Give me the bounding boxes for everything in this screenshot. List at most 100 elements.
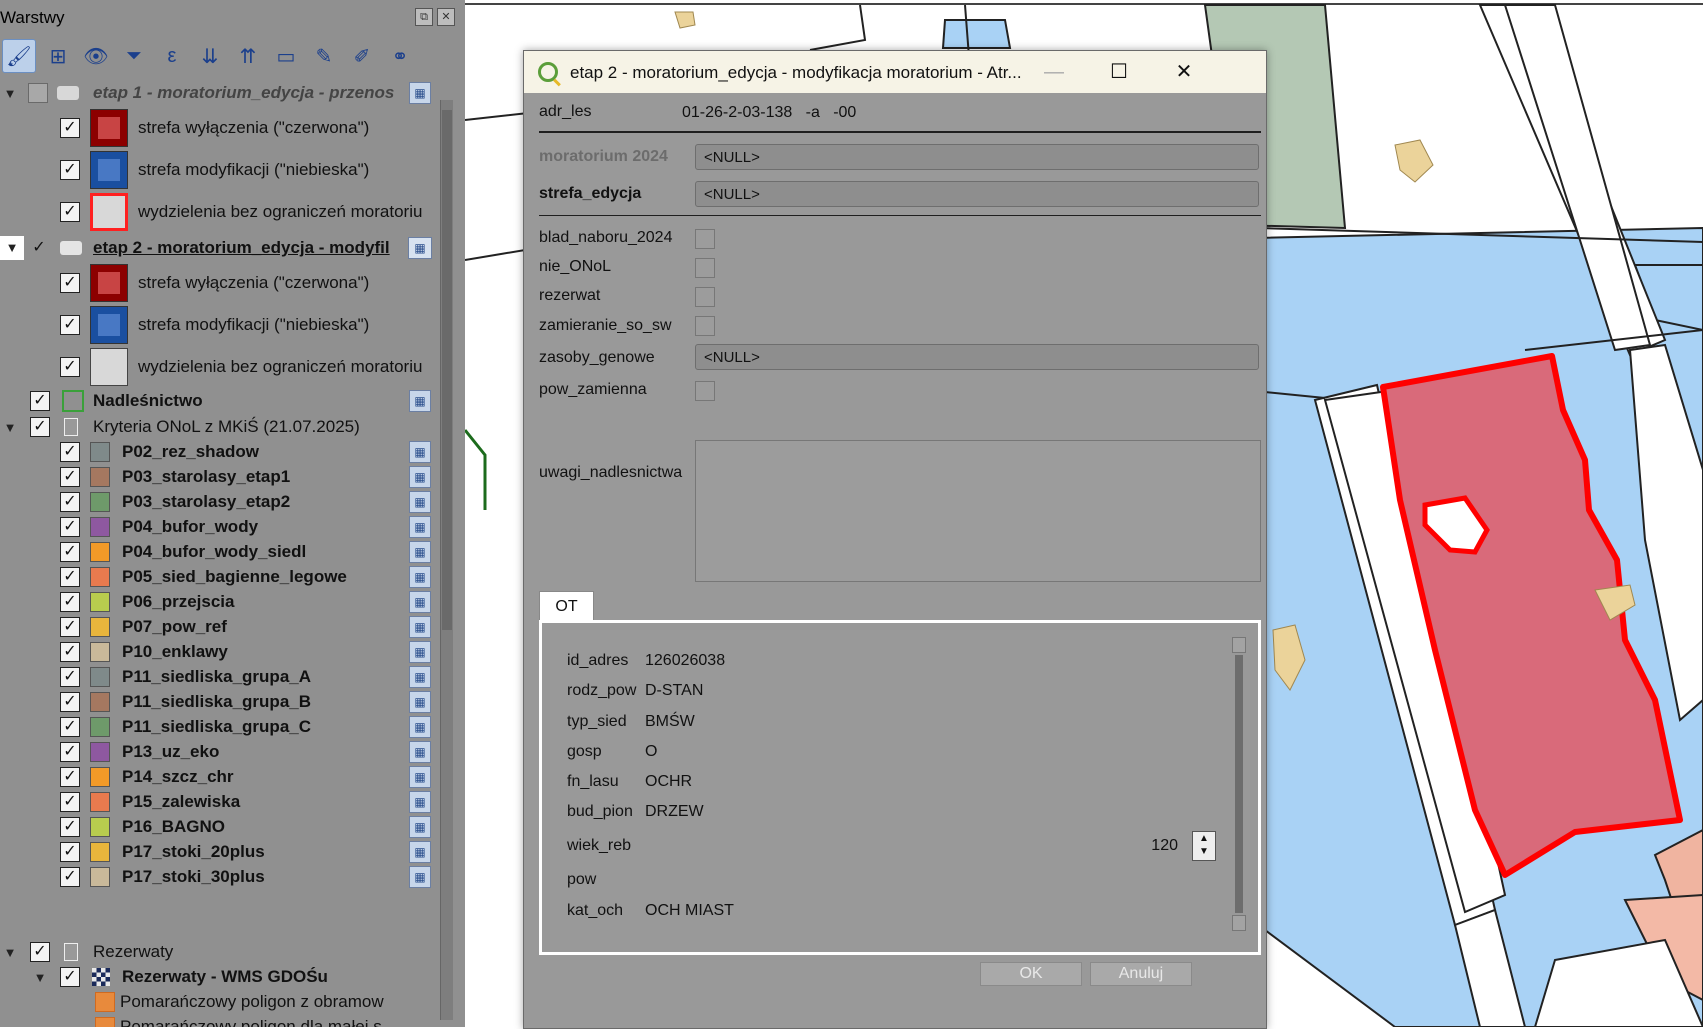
dialog-titlebar[interactable]: etap 2 - moratorium_edycja - modyfikacja… xyxy=(524,51,1266,93)
collapse-arrow-icon[interactable]: ▼ xyxy=(32,970,48,985)
close-button[interactable]: ✕ xyxy=(1169,57,1199,87)
layer-checkbox[interactable]: ✓ xyxy=(60,617,80,637)
attribute-table-icon[interactable]: ▦ xyxy=(409,716,431,738)
scrollbar-thumb[interactable] xyxy=(442,110,452,630)
layer-checkbox[interactable]: ✓ xyxy=(60,667,80,687)
layer-checkbox[interactable]: ✓ xyxy=(60,357,80,377)
attribute-table-icon[interactable]: ▦ xyxy=(409,841,431,863)
remove-layer-icon[interactable]: ▭ xyxy=(270,40,302,72)
attribute-table-icon[interactable]: ▦ xyxy=(409,741,431,763)
layer-checkbox[interactable]: ✓ xyxy=(60,442,80,462)
layer-checkbox[interactable]: ✓ xyxy=(60,542,80,562)
blad-naboru-2024-checkbox[interactable] xyxy=(695,229,715,249)
layer-p05[interactable]: ✓ P05_sied_bagienne_legowe ▦ xyxy=(0,564,440,590)
layer-checkbox[interactable]: ✓ xyxy=(30,391,50,411)
attribute-table-icon[interactable]: ▦ xyxy=(409,866,431,888)
attribute-table-icon[interactable]: ▦ xyxy=(409,516,431,538)
collapse-arrow-icon[interactable]: ▼ xyxy=(2,945,18,960)
attribute-table-icon[interactable]: ▦ xyxy=(408,237,432,259)
layer-checkbox[interactable]: ✓ xyxy=(60,817,80,837)
attribute-table-icon[interactable]: ▦ xyxy=(409,491,431,513)
layer-checkbox[interactable] xyxy=(28,83,48,103)
layer-p02[interactable]: ✓ P02_rez_shadow ▦ xyxy=(0,439,440,465)
layer-etap1-bez[interactable]: ✓ wydzielenia bez ograniczeń moratoriu xyxy=(0,191,440,233)
layer-p03a[interactable]: ✓ P03_starolasy_etap1 ▦ xyxy=(0,464,440,490)
layer-nadlesnictwo[interactable]: ✓ Nadleśnictwo ▦ xyxy=(0,388,440,414)
layer-p06[interactable]: ✓ P06_przejscia ▦ xyxy=(0,589,440,615)
attribute-table-icon[interactable]: ▦ xyxy=(409,641,431,663)
attribute-table-icon[interactable]: ▦ xyxy=(409,591,431,613)
moratorium-2024-field[interactable]: <NULL> xyxy=(695,144,1259,170)
layer-checkbox[interactable]: ✓ xyxy=(30,239,48,257)
minimize-button[interactable]: — xyxy=(1039,57,1069,87)
scroll-down-arrow[interactable] xyxy=(1232,915,1246,931)
pow-zamienna-checkbox[interactable] xyxy=(695,381,715,401)
layer-p16[interactable]: ✓ P16_BAGNO ▦ xyxy=(0,814,440,840)
layer-p17a[interactable]: ✓ P17_stoki_20plus ▦ xyxy=(0,839,440,865)
attribute-table-icon[interactable]: ▦ xyxy=(409,441,431,463)
layer-checkbox[interactable]: ✓ xyxy=(60,160,80,180)
layer-p04a[interactable]: ✓ P04_bufor_wody ▦ xyxy=(0,514,440,540)
layer-p03b[interactable]: ✓ P03_starolasy_etap2 ▦ xyxy=(0,489,440,515)
collapse-arrow-icon[interactable]: ▼ xyxy=(0,236,24,260)
expression-filter-icon[interactable]: ε xyxy=(156,40,188,72)
layer-p13[interactable]: ✓ P13_uz_eko ▦ xyxy=(0,739,440,765)
float-panel-icon[interactable]: ⧉ xyxy=(415,8,433,26)
zasoby-genowe-field[interactable]: <NULL> xyxy=(695,344,1259,370)
layer-checkbox[interactable]: ✓ xyxy=(60,592,80,612)
layer-etap2-niebieska[interactable]: ✓ strefa modyfikacji ("niebieska") xyxy=(0,304,440,346)
close-panel-icon[interactable]: ✕ xyxy=(437,8,455,26)
uwagi-nadlesnictwa-textarea[interactable] xyxy=(695,440,1261,582)
layer-p11b[interactable]: ✓ P11_siedliska_grupa_B ▦ xyxy=(0,689,440,715)
layer-checkbox[interactable]: ✓ xyxy=(60,792,80,812)
collapse-all-icon[interactable]: ⇈ xyxy=(232,40,264,72)
style-brush-icon[interactable]: 🖌 xyxy=(2,39,36,73)
layer-group-etap2[interactable]: ▼ ✓ etap 2 - moratorium_edycja - modyfil… xyxy=(0,234,440,262)
layer-etap1-niebieska[interactable]: ✓ strefa modyfikacji ("niebieska") xyxy=(0,149,440,191)
layer-checkbox[interactable]: ✓ xyxy=(60,842,80,862)
tab-ot[interactable]: OT xyxy=(539,591,594,622)
layer-checkbox[interactable]: ✓ xyxy=(60,767,80,787)
layer-group-rezerwaty[interactable]: ▼ ✓ Rezerwaty xyxy=(0,939,440,965)
nie-onol-checkbox[interactable] xyxy=(695,258,715,278)
layer-etap1-czerwona[interactable]: ✓ strefa wyłączenia ("czerwona") xyxy=(0,107,440,149)
layer-checkbox[interactable]: ✓ xyxy=(60,567,80,587)
attribute-table-icon[interactable]: ▦ xyxy=(409,691,431,713)
layer-p10[interactable]: ✓ P10_enklawy ▦ xyxy=(0,639,440,665)
visibility-eye-icon[interactable]: 👁 xyxy=(80,40,112,72)
collapse-arrow-icon[interactable]: ▼ xyxy=(2,86,18,101)
binoculars-icon[interactable]: ⚭ xyxy=(384,40,416,72)
filter-icon[interactable]: ⏷ xyxy=(118,40,150,72)
attribute-table-icon[interactable]: ▦ xyxy=(409,82,431,104)
attribute-table-icon[interactable]: ▦ xyxy=(409,666,431,688)
layer-checkbox[interactable]: ✓ xyxy=(60,967,80,987)
scrollbar-track[interactable] xyxy=(1235,655,1243,913)
layer-rezerwaty-wms[interactable]: ▼ ✓ Rezerwaty - WMS GDOŚu xyxy=(0,964,440,990)
attribute-table-icon[interactable]: ▦ xyxy=(409,791,431,813)
expand-all-icon[interactable]: ⇊ xyxy=(194,40,226,72)
layer-p17b[interactable]: ✓ P17_stoki_30plus ▦ xyxy=(0,864,440,890)
wiek-reb-value[interactable]: 120 xyxy=(1151,837,1178,855)
layer-checkbox[interactable]: ✓ xyxy=(60,517,80,537)
layer-p11a[interactable]: ✓ P11_siedliska_grupa_A ▦ xyxy=(0,664,440,690)
layer-checkbox[interactable]: ✓ xyxy=(60,467,80,487)
layer-checkbox[interactable]: ✓ xyxy=(60,692,80,712)
layer-p15[interactable]: ✓ P15_zalewiska ▦ xyxy=(0,789,440,815)
attribute-table-icon[interactable]: ▦ xyxy=(409,566,431,588)
layer-group-kryteria[interactable]: ▼ ✓ Kryteria ONoL z MKiŚ (21.07.2025) xyxy=(0,414,440,440)
cancel-button[interactable]: Anuluj xyxy=(1090,962,1192,986)
spin-down-icon[interactable]: ▼ xyxy=(1193,845,1215,858)
layer-p14[interactable]: ✓ P14_szcz_chr ▦ xyxy=(0,764,440,790)
zamieranie-checkbox[interactable] xyxy=(695,316,715,336)
layer-etap2-czerwona[interactable]: ✓ strefa wyłączenia ("czerwona") xyxy=(0,262,440,304)
layer-group-etap1[interactable]: ▼ etap 1 - moratorium_edycja - przenos ▦ xyxy=(0,79,440,107)
attribute-table-icon[interactable]: ▦ xyxy=(409,816,431,838)
attribute-table-icon[interactable]: ▦ xyxy=(409,541,431,563)
spin-up-icon[interactable]: ▲ xyxy=(1193,832,1215,845)
layers-scrollbar[interactable] xyxy=(440,100,453,1020)
add-group-icon[interactable]: ⊞ xyxy=(42,40,74,72)
layer-checkbox[interactable]: ✓ xyxy=(30,417,50,437)
collapse-arrow-icon[interactable]: ▼ xyxy=(2,420,18,435)
layer-p07[interactable]: ✓ P07_pow_ref ▦ xyxy=(0,614,440,640)
layer-checkbox[interactable]: ✓ xyxy=(60,717,80,737)
